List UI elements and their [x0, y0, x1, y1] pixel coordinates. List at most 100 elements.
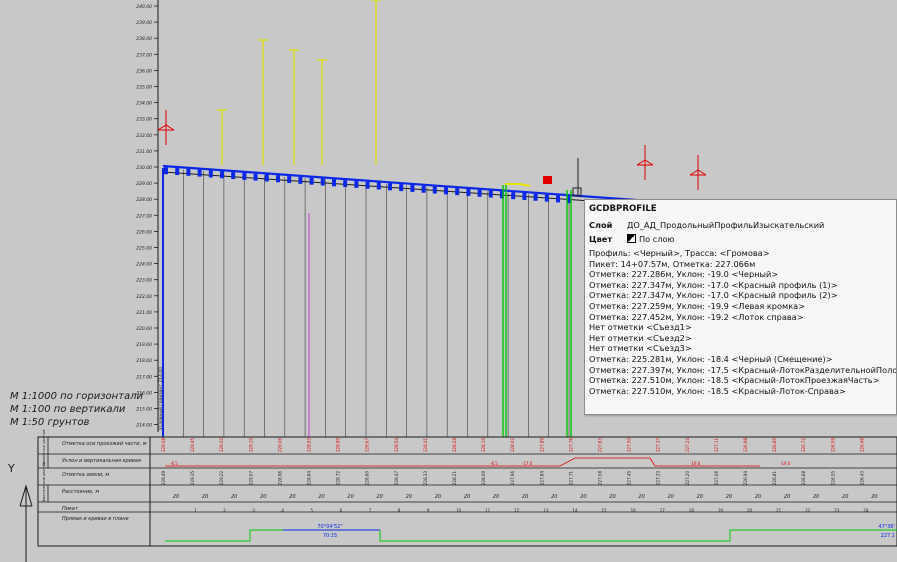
profile-marker [544, 194, 549, 202]
tooltip-line: Отметка: 227.259м, Уклон: -19.9 <Левая к… [589, 300, 806, 311]
tooltip-profile-lines: Профиль: <Черный>, Трасса: <Громова> Пике… [589, 248, 897, 396]
plan-curve-angle: 47°36' [878, 524, 895, 530]
design-elevation-value: 227.24 [685, 438, 690, 452]
design-elevation-value: 227.76 [568, 438, 573, 452]
axis-tick-label: 229.00 [136, 181, 152, 187]
ground-elevation-value: 229.22 [219, 471, 224, 485]
scale-note-soil: M 1:50 грунтов [10, 417, 90, 428]
distance-value: 20 [464, 494, 470, 500]
slope-value: -6.5 [170, 461, 178, 466]
color-swatch-icon [627, 234, 636, 243]
axis-tick-label: 233.00 [136, 117, 152, 123]
profile-marker [242, 172, 247, 180]
tooltip-line: Профиль: <Черный>, Трасса: <Громова> [589, 248, 770, 258]
profile-marker [253, 173, 258, 181]
axis-tick-label: 222.00 [136, 294, 152, 300]
table-row-label: Уклон и вертикальная кривая [62, 458, 141, 464]
axis-tick-label: 237.00 [136, 52, 152, 58]
profile-marker [186, 168, 191, 176]
axis-tick-label: 227.00 [136, 213, 152, 219]
profile-marker [410, 184, 415, 192]
ground-elevation-value: 229.49 [161, 471, 166, 485]
axis-tick-label: 215.00 [136, 407, 152, 413]
axis-tick-label: 239.00 [136, 20, 152, 26]
profile-marker [208, 170, 213, 178]
distance-value: 20 [493, 494, 499, 500]
axis-tick-label: 232.00 [136, 133, 152, 139]
picket-value: 22 [805, 508, 811, 513]
ucs-icon: Y [7, 462, 33, 562]
profile-marker [477, 189, 482, 197]
distance-value: 20 [318, 494, 324, 500]
tooltip-line: Отметка: 227.286м, Уклон: -19.0 <Черный> [589, 269, 779, 280]
picket-value: 3 [252, 508, 255, 513]
tooltip-line: Пикет: 14+07.57м, Отметка: 227.066м [589, 258, 756, 269]
profile-marker [488, 190, 493, 198]
distance-value: 20 [871, 494, 877, 500]
slope-value: -6.5 [490, 461, 498, 466]
design-elevation-value: 229.58 [161, 438, 166, 452]
axis-tick-label: 234.00 [136, 101, 152, 107]
profile-marker [220, 171, 224, 179]
scale-note-vertical: M 1:100 по вертикали [10, 404, 126, 415]
ground-elevation-value: 228.33 [423, 471, 428, 485]
tooltip-layer-label: Слой [589, 220, 613, 230]
design-elevation-value: 228.93 [307, 438, 312, 452]
picket-value: 9 [427, 508, 430, 513]
ground-elevation-value: 226.94 [743, 471, 748, 485]
profile-marker [175, 168, 180, 176]
distance-value: 20 [580, 494, 586, 500]
tooltip-line: Отметка: 227.452м, Уклон: -19.2 <Лоток с… [589, 311, 804, 322]
profile-marker [376, 182, 381, 190]
design-elevation-value: 226.46 [859, 438, 864, 452]
design-elevation-value: 227.50 [627, 438, 632, 452]
distance-value: 20 [726, 494, 732, 500]
plan-line [165, 529, 283, 542]
ground-elevation-value: 227.06 [714, 471, 719, 485]
design-elevation-value: 228.15 [481, 438, 486, 452]
design-elevation-value: 226.85 [772, 438, 777, 452]
picket-value: 12 [514, 508, 520, 513]
profile-marker [287, 176, 292, 184]
ground-elevation-value: 226.55 [830, 471, 835, 485]
distance-value: 20 [260, 494, 266, 500]
axis-tick-label: 226.00 [136, 229, 152, 235]
picket-value: 16 [631, 508, 637, 513]
tooltip-line: Нет отметки <Съезд3> [589, 343, 692, 354]
picket-value: 20 [747, 508, 753, 513]
axis-tick-label: 235.00 [136, 85, 152, 91]
picket-value: 19 [718, 508, 724, 513]
tooltip-color-value: По слою [639, 234, 675, 244]
ground-elevation-value: 229.07 [248, 471, 253, 485]
tooltip-line: Нет отметки <Съезд2> [589, 332, 692, 343]
profile-marker [533, 193, 538, 201]
design-elevation-value: 227.37 [656, 438, 661, 452]
distance-value: 20 [435, 494, 441, 500]
axis-tick-label: 238.00 [136, 36, 152, 42]
profile-marker [388, 183, 392, 191]
design-elevation-value: 228.80 [336, 438, 341, 452]
slope-value: -17.0 [522, 461, 533, 466]
profile-marker [455, 188, 460, 196]
table-row-label: Пикет [62, 506, 79, 512]
tooltip-line: Отметка: 227.397м, Уклон: -17.5 <Красный… [589, 364, 897, 375]
ground-elevation-value: 228.47 [394, 471, 399, 485]
axis-tick-label: 214.00 [136, 423, 152, 429]
design-elevation-value: 229.32 [219, 438, 224, 452]
picket-value: 13 [543, 508, 549, 513]
picket-value: 6 [340, 508, 343, 513]
profile-marker [343, 180, 348, 188]
profile-marker [421, 185, 426, 193]
profile-marker [522, 192, 527, 200]
tooltip-line: Нет отметки <Съезд1> [589, 322, 692, 333]
axis-tick-label: 223.00 [136, 278, 152, 284]
scale-note-horizontal: M 1:1000 по горизонтали [10, 391, 144, 402]
picket-value: 17 [660, 508, 666, 513]
picket-value: 15 [602, 508, 608, 513]
axis-tick-label: 221.00 [136, 310, 152, 316]
distance-value: 20 [697, 494, 703, 500]
slope-line [505, 457, 760, 467]
axis-tick-label: 225.00 [136, 246, 152, 252]
table-row-label: Прямая и кривая в плане [62, 516, 129, 522]
ground-elevation-value: 227.96 [510, 471, 515, 485]
